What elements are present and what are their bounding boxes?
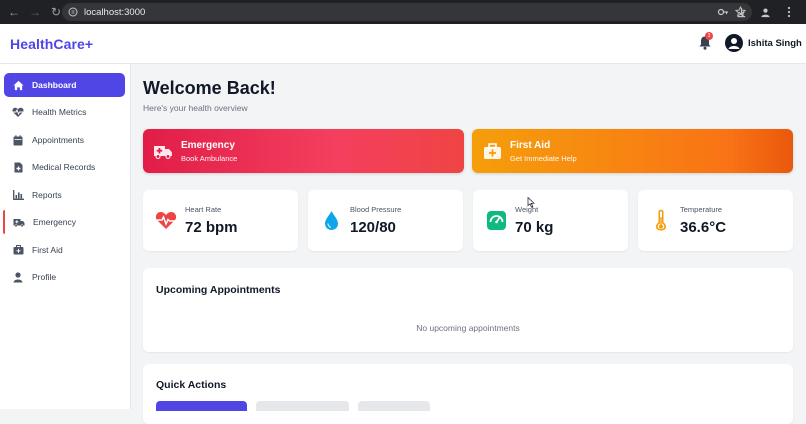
sidebar-item-label: Reports — [32, 190, 62, 200]
calendar-icon — [12, 134, 24, 146]
url-text[interactable]: localhost:3000 — [84, 7, 145, 18]
user-avatar-icon[interactable] — [725, 34, 743, 52]
metric-card-weight: Weight 70 kg — [473, 190, 628, 251]
heartbeat-icon — [12, 106, 24, 118]
emergency-card[interactable]: Emergency Book Ambulance — [143, 129, 464, 173]
chart-icon — [12, 189, 24, 201]
quick-action-button[interactable] — [156, 401, 247, 411]
droplet-icon — [320, 209, 342, 231]
sidebar-item-label: Emergency — [33, 217, 76, 227]
quick-action-button[interactable] — [358, 401, 430, 411]
menu-dots-icon[interactable] — [782, 5, 796, 19]
sidebar-item-health-metrics[interactable]: Health Metrics — [4, 100, 125, 124]
sidebar-item-label: Health Metrics — [32, 107, 87, 117]
first-aid-kit-icon — [482, 141, 502, 161]
sidebar-item-appointments[interactable]: Appointments — [4, 128, 125, 152]
mouse-cursor-icon — [527, 197, 535, 208]
heart-pulse-icon — [155, 209, 177, 231]
emergency-subtitle: Book Ambulance — [181, 153, 238, 163]
metric-label: Heart Rate — [185, 205, 222, 214]
sidebar: Dashboard Health Metrics Appointments Me… — [0, 64, 131, 409]
emergency-title: Emergency — [181, 139, 235, 151]
page-title: Welcome Back! — [143, 78, 276, 98]
metric-value: 72 bpm — [185, 219, 238, 236]
first-aid-title: First Aid — [510, 139, 551, 151]
appointments-title: Upcoming Appointments — [156, 284, 281, 296]
first-aid-subtitle: Get Immediate Help — [510, 153, 577, 163]
password-key-icon[interactable] — [717, 6, 729, 18]
forward-icon[interactable]: → — [25, 2, 45, 22]
user-icon — [12, 271, 24, 283]
profile-icon[interactable] — [758, 5, 772, 19]
sidebar-item-reports[interactable]: Reports — [4, 183, 125, 207]
metric-value: 70 kg — [515, 219, 554, 236]
download-icon[interactable] — [734, 5, 748, 19]
appointments-empty-text: No upcoming appointments — [416, 323, 520, 333]
sidebar-item-emergency[interactable]: Emergency — [3, 210, 124, 234]
sidebar-item-dashboard[interactable]: Dashboard — [4, 73, 125, 97]
ambulance-icon — [153, 141, 173, 161]
user-name[interactable]: Ishita Singh — [748, 38, 802, 49]
home-icon — [12, 79, 24, 91]
first-aid-kit-icon — [12, 244, 24, 256]
sidebar-item-label: Profile — [32, 272, 57, 282]
quick-actions-title: Quick Actions — [156, 379, 227, 391]
browser-toolbar: ← → ↻ localhost:3000 — [0, 0, 806, 24]
quick-action-button[interactable] — [256, 401, 349, 411]
metric-card-temperature: Temperature 36.6°C — [638, 190, 793, 251]
metric-label: Temperature — [680, 205, 723, 214]
ambulance-icon — [13, 216, 25, 228]
address-bar[interactable]: localhost:3000 — [62, 3, 752, 21]
metric-value: 36.6°C — [680, 219, 727, 236]
app-header: HealthCare+ 3 Ishita Singh — [0, 24, 806, 64]
sidebar-item-label: Dashboard — [32, 80, 77, 90]
sidebar-item-first-aid[interactable]: First Aid — [4, 238, 125, 262]
sidebar-item-label: Medical Records — [32, 162, 96, 172]
sidebar-item-label: First Aid — [32, 245, 63, 255]
page-subtitle: Here's your health overview — [143, 103, 248, 113]
metric-value: 120/80 — [350, 219, 396, 236]
sidebar-item-medical-records[interactable]: Medical Records — [4, 155, 125, 179]
file-medical-icon — [12, 161, 24, 173]
scale-icon — [485, 209, 507, 231]
back-icon[interactable]: ← — [4, 2, 24, 22]
first-aid-card[interactable]: First Aid Get Immediate Help — [472, 129, 793, 173]
appointments-panel: Upcoming Appointments No upcoming appoin… — [143, 268, 793, 352]
metric-card-blood-pressure: Blood Pressure 120/80 — [308, 190, 463, 251]
notification-badge: 3 — [705, 32, 713, 40]
metric-label: Blood Pressure — [350, 205, 402, 214]
brand-logo[interactable]: HealthCare+ — [10, 36, 93, 52]
main-content: Welcome Back! Here's your health overvie… — [131, 64, 806, 424]
quick-actions-panel: Quick Actions — [143, 364, 793, 424]
metric-card-heart-rate: Heart Rate 72 bpm — [143, 190, 298, 251]
site-info-icon[interactable] — [68, 7, 78, 17]
sidebar-item-profile[interactable]: Profile — [4, 265, 125, 289]
thermometer-icon — [650, 209, 672, 231]
sidebar-item-label: Appointments — [32, 135, 84, 145]
